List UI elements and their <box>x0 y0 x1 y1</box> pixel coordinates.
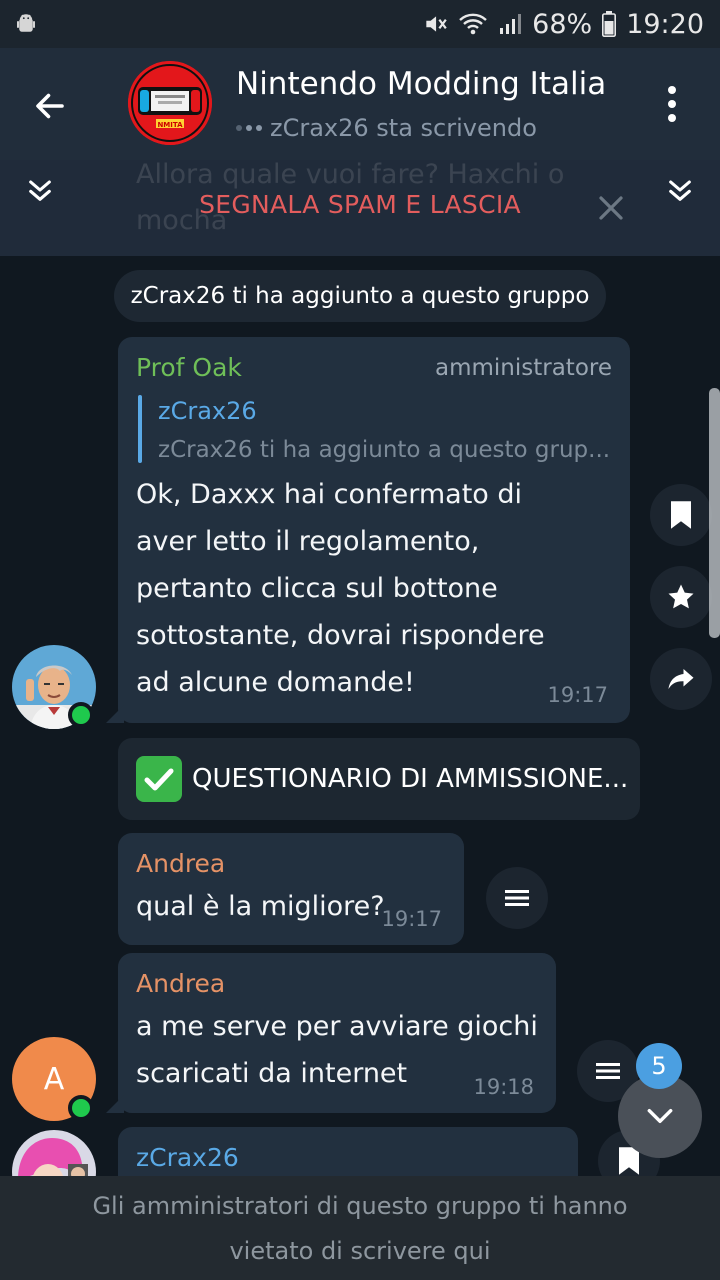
message-time: 19:17 <box>381 907 442 931</box>
typing-text: zCrax26 sta scrivendo <box>270 114 537 142</box>
service-message: zCrax26 ti ha aggiunto a questo gruppo <box>114 270 606 322</box>
unread-count-badge: 5 <box>636 1043 682 1089</box>
message-bubble[interactable]: Prof Oak amministratore zCrax26 zCrax26 … <box>118 337 630 723</box>
message-time: 19:18 <box>473 1075 534 1099</box>
status-bar: 68% 19:20 <box>0 0 720 48</box>
reply-text[interactable]: zCrax26 ti ha aggiunto a questo grup... <box>158 437 610 463</box>
green-checkmark-icon <box>136 756 182 802</box>
reply-bar <box>138 395 142 463</box>
wifi-icon <box>458 12 488 36</box>
inline-button-label: QUESTIONARIO DI AMMISSIONE... <box>192 764 629 794</box>
report-spam-banner: Allora quale vuoi fare? Haxchi o mocha S… <box>0 160 720 256</box>
more-options-button[interactable] <box>648 72 696 136</box>
mute-icon <box>422 11 448 37</box>
status-icons: 68% 19:20 <box>422 8 704 40</box>
battery-icon <box>602 11 617 37</box>
close-banner-button[interactable] <box>596 193 626 227</box>
favorite-button[interactable] <box>650 566 712 628</box>
double-chevron-down-icon[interactable] <box>664 174 696 210</box>
hamburger-icon <box>596 1063 620 1079</box>
inline-keyboard-button[interactable]: QUESTIONARIO DI AMMISSIONE... <box>118 738 640 820</box>
scrollbar-thumb[interactable] <box>709 388 720 638</box>
group-avatar[interactable]: NMITA <box>128 61 212 145</box>
message-bubble[interactable]: Andrea a me serve per avviare giochi sca… <box>118 953 556 1113</box>
typing-status: zCrax26 sta scrivendo <box>236 114 537 142</box>
reply-sender[interactable]: zCrax26 <box>158 397 257 425</box>
clock: 19:20 <box>626 8 704 40</box>
sender-name[interactable]: Prof Oak <box>136 353 242 382</box>
share-button[interactable] <box>650 648 712 710</box>
message-text: Ok, Daxxx hai confermato di aver letto i… <box>136 479 545 698</box>
bookmark-icon <box>671 501 691 529</box>
svg-text:NMITA: NMITA <box>157 121 183 129</box>
message-menu-button[interactable] <box>486 867 548 929</box>
typing-dots-icon <box>236 125 262 131</box>
chevron-down-icon <box>647 1108 673 1124</box>
write-restricted-notice: Gli amministratori di questo gruppo ti h… <box>0 1176 720 1280</box>
back-button[interactable] <box>22 78 78 134</box>
back-arrow-icon <box>36 93 64 119</box>
save-message-button[interactable] <box>650 484 712 546</box>
online-indicator <box>68 702 94 728</box>
admin-badge: amministratore <box>434 355 612 381</box>
close-icon <box>599 196 623 220</box>
message-bubble[interactable]: Andrea qual è la migliore? 19:17 <box>118 833 464 945</box>
sender-name[interactable]: zCrax26 <box>136 1143 239 1172</box>
signal-icon <box>498 12 522 36</box>
android-icon <box>14 12 38 40</box>
star-icon <box>668 584 694 609</box>
message-text: qual è la migliore? <box>136 891 385 922</box>
online-indicator <box>68 1095 94 1121</box>
chat-header: NMITA Nintendo Modding Italia zCrax26 st… <box>0 48 720 160</box>
battery-percent: 68% <box>532 8 593 40</box>
sender-name[interactable]: Andrea <box>136 969 225 998</box>
message-time: 19:17 <box>547 683 608 707</box>
hamburger-icon <box>505 890 529 906</box>
sender-name[interactable]: Andrea <box>136 849 225 878</box>
chat-title[interactable]: Nintendo Modding Italia <box>236 66 606 102</box>
share-arrow-icon <box>668 669 694 689</box>
